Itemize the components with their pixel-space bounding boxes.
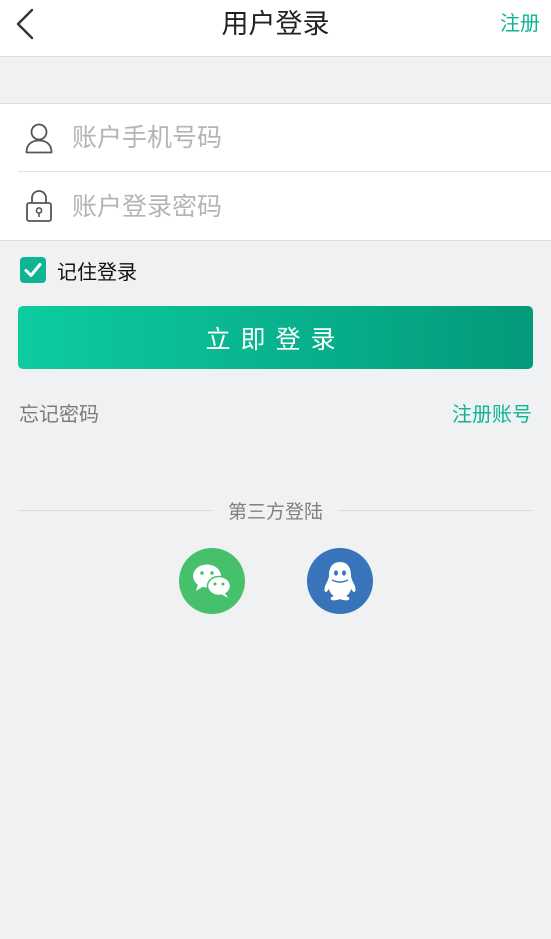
- phone-input[interactable]: [72, 123, 492, 152]
- password-field-row: [18, 172, 551, 240]
- lock-icon: [20, 187, 58, 225]
- wechat-login-button[interactable]: [179, 548, 245, 614]
- wechat-icon: [193, 564, 232, 598]
- login-form: [0, 103, 551, 241]
- password-input[interactable]: [72, 191, 492, 221]
- navigation-bar: 用户登录 注册: [0, 0, 551, 57]
- page-title: 用户登录: [221, 9, 330, 40]
- checkmark-icon: [24, 263, 42, 277]
- forgot-password-link[interactable]: 忘记密码: [19, 398, 99, 427]
- qq-icon: [324, 562, 356, 601]
- user-icon: [20, 119, 58, 157]
- register-account-link[interactable]: 注册账号: [452, 398, 532, 427]
- login-button[interactable]: 立即登录: [18, 306, 533, 369]
- third-party-label: 第三方登陆: [228, 500, 324, 523]
- remember-checkbox[interactable]: [20, 257, 46, 283]
- remember-login-toggle[interactable]: 记住登录: [20, 255, 137, 285]
- register-nav-button[interactable]: 注册: [500, 0, 540, 46]
- phone-field-row: [18, 104, 551, 172]
- third-party-divider: 第三方登陆: [18, 495, 534, 525]
- remember-label: 记住登录: [57, 259, 137, 284]
- divider-line: [338, 509, 534, 511]
- divider-line: [18, 509, 213, 511]
- qq-login-button[interactable]: [307, 548, 373, 614]
